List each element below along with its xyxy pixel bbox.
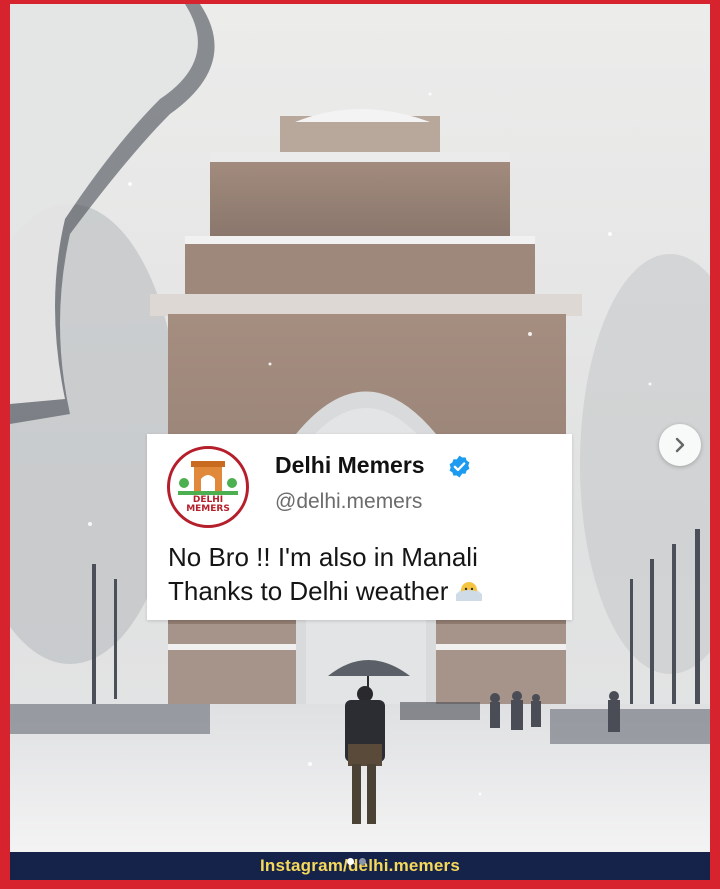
avatar-label: DELHI MEMERS <box>186 495 230 514</box>
tweet-line-2-wrap: Thanks to Delhi weather <box>168 574 568 608</box>
caption-bar: Instagram/delhi.memers <box>10 852 710 880</box>
next-slide-button[interactable] <box>659 424 701 466</box>
carousel-dot-1[interactable] <box>347 858 354 865</box>
verified-badge-icon <box>449 455 470 478</box>
author-name[interactable]: Delhi Memers <box>275 452 425 479</box>
india-gate-logo-icon <box>178 461 238 495</box>
chevron-right-icon <box>675 437 685 453</box>
cold-face-emoji-icon <box>456 582 483 601</box>
tweet-line-2: Thanks to Delhi weather <box>168 576 449 606</box>
tweet-line-1: No Bro !! I'm also in Manali <box>168 542 478 572</box>
carousel-dot-2[interactable] <box>359 858 366 865</box>
carousel-dots <box>347 858 366 865</box>
tweet-card: DELHI MEMERS Delhi Memers @delhi.memers … <box>147 434 572 620</box>
avatar[interactable]: DELHI MEMERS <box>167 446 249 528</box>
author-handle[interactable]: @delhi.memers <box>275 490 422 514</box>
tweet-text: No Bro !! I'm also in Manali Thanks to D… <box>168 540 568 608</box>
